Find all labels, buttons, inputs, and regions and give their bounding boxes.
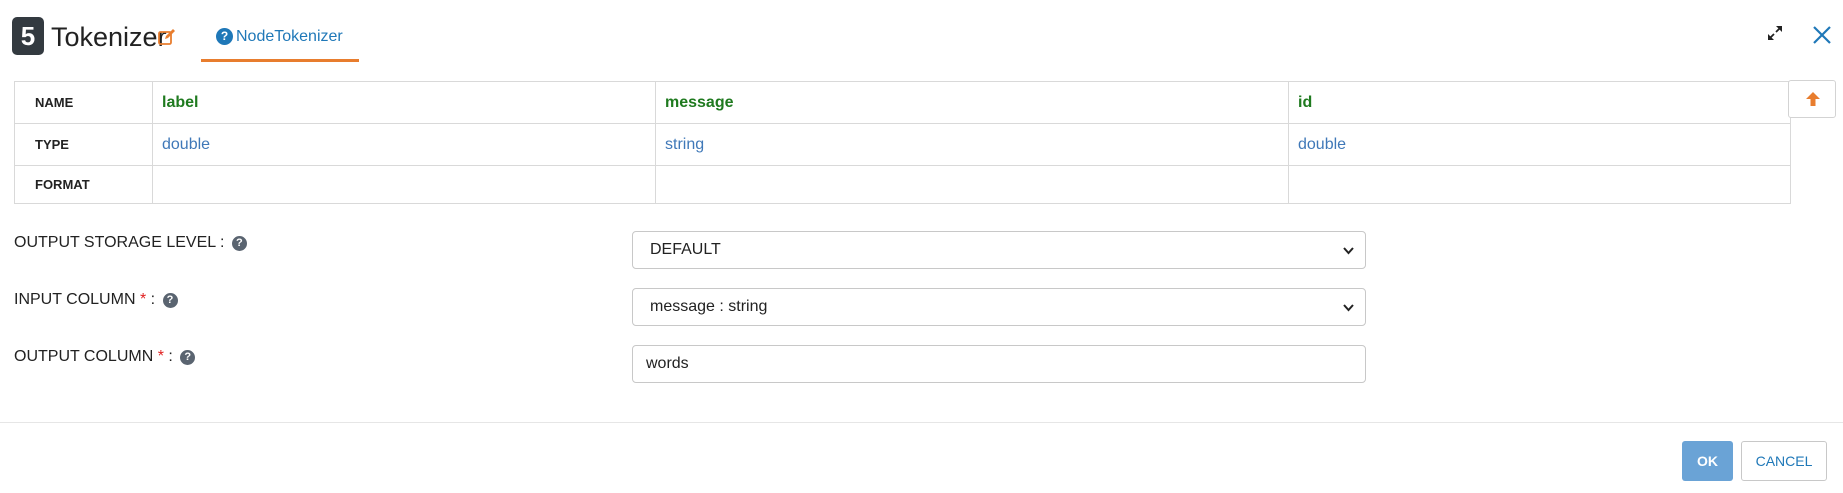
select-value: message : string <box>650 298 768 315</box>
help-icon[interactable]: ? <box>180 350 196 365</box>
row-label-type: TYPE <box>14 123 153 166</box>
input-column-label: INPUT COLUMN * : ? <box>14 290 178 310</box>
output-column-label: OUTPUT COLUMN * : ? <box>14 347 196 367</box>
row-label-format: FORMAT <box>14 165 153 204</box>
chevron-down-icon <box>1343 304 1354 312</box>
expand-icon[interactable] <box>1765 23 1785 43</box>
column-format-cell <box>152 165 656 204</box>
schema-table: NAME label message id TYPE double string… <box>14 81 1791 204</box>
schema-row-name: NAME label message id <box>14 81 1791 124</box>
edit-icon[interactable] <box>157 27 177 47</box>
column-format-cell <box>655 165 1289 204</box>
close-icon[interactable] <box>1811 24 1833 46</box>
help-icon: ? <box>216 28 233 45</box>
column-type-cell: double <box>152 123 656 166</box>
column-type-cell: double <box>1288 123 1791 166</box>
scroll-up-button[interactable] <box>1788 80 1836 118</box>
column-type-cell: string <box>655 123 1289 166</box>
column-name-cell: id <box>1288 81 1791 124</box>
output-column-input[interactable]: words <box>632 345 1366 383</box>
cancel-button[interactable]: CANCEL <box>1741 441 1827 481</box>
select-value: DEFAULT <box>650 241 721 258</box>
step-number-badge: 5 <box>12 17 44 55</box>
schema-row-format: FORMAT <box>14 165 1791 204</box>
column-name-cell: message <box>655 81 1289 124</box>
input-column-select[interactable]: message : string <box>632 288 1366 326</box>
ok-button[interactable]: OK <box>1682 441 1733 481</box>
input-value: words <box>646 355 689 372</box>
footer-divider <box>0 422 1843 423</box>
output-storage-level-label: OUTPUT STORAGE LEVEL : ? <box>14 233 247 253</box>
schema-row-type: TYPE double string double <box>14 123 1791 166</box>
node-title: Tokenizer <box>51 22 167 52</box>
column-format-cell <box>1288 165 1791 204</box>
help-icon[interactable]: ? <box>162 293 178 308</box>
arrow-up-icon <box>1806 92 1820 106</box>
dialog-header: 5 Tokenizer ? NodeTokenizer <box>0 0 1843 64</box>
tab-label: NodeTokenizer <box>236 28 343 45</box>
column-name-cell: label <box>152 81 656 124</box>
output-storage-level-select[interactable]: DEFAULT <box>632 231 1366 269</box>
chevron-down-icon <box>1343 247 1354 255</box>
row-label-name: NAME <box>14 81 153 124</box>
help-icon[interactable]: ? <box>231 236 247 251</box>
